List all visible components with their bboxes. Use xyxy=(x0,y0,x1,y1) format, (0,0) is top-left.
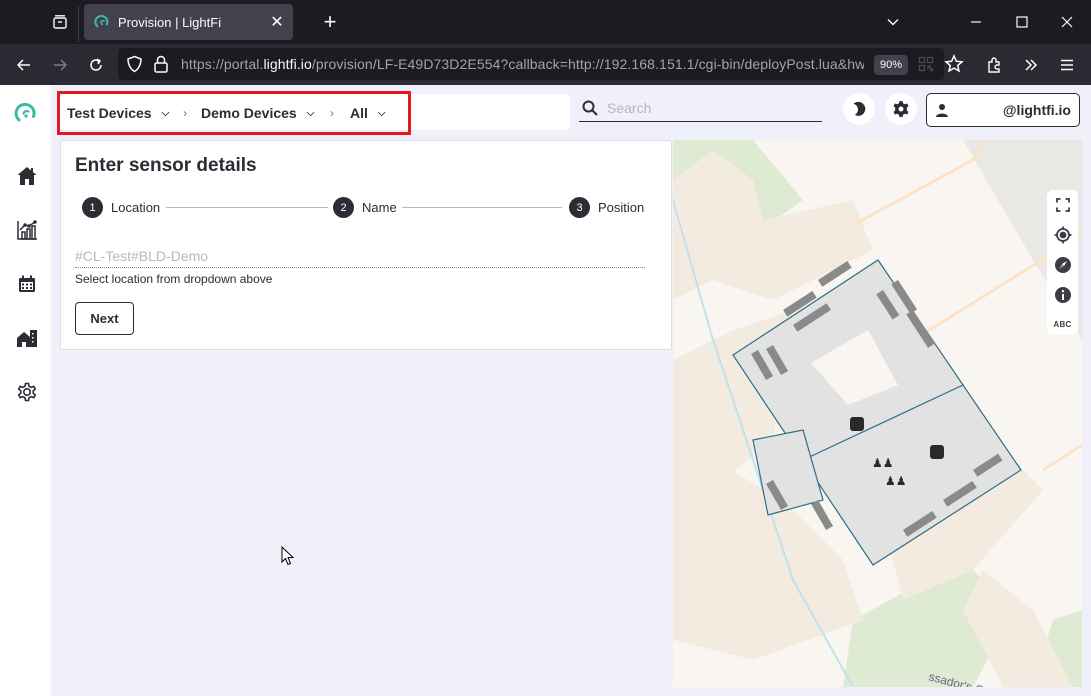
breadcrumb-building-dropdown[interactable]: Demo Devices ⌵ xyxy=(201,105,314,121)
reload-icon[interactable] xyxy=(83,52,109,78)
tab-separator xyxy=(78,6,79,42)
breadcrumb-label: All xyxy=(350,105,368,121)
step-connector xyxy=(402,207,562,208)
sidebar-item-analytics[interactable] xyxy=(15,218,39,242)
sidebar-item-home[interactable] xyxy=(15,164,39,188)
breadcrumb-floor-dropdown[interactable]: All ⌵ xyxy=(350,105,385,121)
forward-icon[interactable] xyxy=(47,52,73,78)
chevron-down-icon: ⌵ xyxy=(306,107,315,119)
app-container: Test Devices ⌵ › Demo Devices ⌵ › All ⌵ … xyxy=(0,85,1091,696)
search-field[interactable] xyxy=(579,97,822,122)
building-icon xyxy=(17,330,37,347)
step-connector xyxy=(166,207,328,208)
compass-icon[interactable] xyxy=(1052,254,1073,275)
fullscreen-icon[interactable] xyxy=(1052,194,1073,215)
map-canvas[interactable]: ♟♟ ♟♟ ssador's C xyxy=(673,140,1082,687)
chevron-down-icon: ⌵ xyxy=(161,107,170,119)
close-window-icon[interactable] xyxy=(1053,8,1081,36)
browser-tab-active[interactable]: Provision | LightFi ✕ xyxy=(84,4,293,40)
dark-mode-toggle[interactable] xyxy=(843,93,875,125)
back-icon[interactable] xyxy=(11,52,37,78)
next-button[interactable]: Next xyxy=(75,302,134,335)
step-3-label: Position xyxy=(598,200,645,215)
tab-list-button[interactable] xyxy=(49,11,71,33)
stairs-icon xyxy=(850,417,864,431)
tab-title: Provision | LightFi xyxy=(118,14,222,30)
search-icon xyxy=(582,100,598,116)
qr-code-icon[interactable] xyxy=(918,56,934,72)
user-icon xyxy=(936,104,948,117)
mouse-cursor-icon xyxy=(281,546,295,566)
labels-toggle-button[interactable]: ABC xyxy=(1052,314,1073,335)
bookmark-star-icon[interactable] xyxy=(944,54,964,74)
sidebar-item-buildings[interactable] xyxy=(15,326,39,350)
page-title: Enter sensor details xyxy=(75,155,257,176)
location-input[interactable] xyxy=(75,244,645,268)
lightfi-logo-icon[interactable] xyxy=(14,101,38,125)
breadcrumb-client-dropdown[interactable]: Test Devices ⌵ xyxy=(67,105,169,121)
new-tab-icon[interactable]: + xyxy=(318,9,342,34)
calendar-icon xyxy=(19,275,35,292)
url-prefix: https://portal. xyxy=(181,56,264,72)
crosshair-icon[interactable] xyxy=(1052,224,1073,245)
step-1-indicator: 1 xyxy=(82,197,103,218)
sidebar xyxy=(0,85,51,696)
step-2-label: Name xyxy=(362,200,397,215)
breadcrumb-label: Test Devices xyxy=(67,105,152,121)
chevron-down-icon: ⌵ xyxy=(377,107,386,119)
restroom-icon: ♟♟ xyxy=(872,456,894,470)
overflow-icon[interactable] xyxy=(1018,52,1044,78)
restroom-icon: ♟♟ xyxy=(885,474,907,488)
zoom-level-badge[interactable]: 90% xyxy=(874,55,908,75)
chart-icon xyxy=(17,220,37,240)
gear-icon xyxy=(893,101,909,117)
breadcrumb-separator-icon: › xyxy=(330,106,334,120)
home-icon xyxy=(17,167,37,185)
map-controls: ABC xyxy=(1047,190,1078,335)
extensions-icon[interactable] xyxy=(982,52,1008,78)
tab-list-icon xyxy=(53,15,67,29)
url-bar[interactable]: https://portal.lightfi.io/provision/LF-E… xyxy=(118,48,964,80)
location-helper-text: Select location from dropdown above xyxy=(75,272,273,286)
list-all-tabs-icon[interactable] xyxy=(879,8,907,36)
minimize-icon[interactable] xyxy=(962,8,990,36)
url-path: /provision/LF-E49D73D2E554?callback=http… xyxy=(311,56,864,72)
step-1-label: Location xyxy=(111,200,161,215)
lightfi-logo-icon xyxy=(94,14,109,28)
info-icon[interactable] xyxy=(1052,284,1073,305)
sidebar-item-settings[interactable] xyxy=(15,380,39,404)
sidebar-item-calendar[interactable] xyxy=(15,272,39,296)
maximize-icon[interactable] xyxy=(1008,8,1036,36)
settings-button[interactable] xyxy=(885,93,917,125)
stairs-icon xyxy=(930,445,944,459)
shield-icon[interactable] xyxy=(126,55,143,73)
step-2-indicator: 2 xyxy=(333,197,354,218)
breadcrumb-separator-icon: › xyxy=(183,106,187,120)
browser-titlebar: Provision | LightFi ✕ + xyxy=(0,0,1091,44)
gear-icon xyxy=(17,382,37,402)
menu-icon[interactable] xyxy=(1054,52,1080,78)
sensor-details-card: Enter sensor details 1 Location 2 Name 3… xyxy=(60,140,672,350)
url-text[interactable]: https://portal.lightfi.io/provision/LF-E… xyxy=(181,56,864,72)
url-domain: lightfi.io xyxy=(263,56,312,72)
search-input[interactable] xyxy=(607,97,817,119)
map-view[interactable]: ♟♟ ♟♟ ssador's C ABC xyxy=(673,140,1082,687)
breadcrumb-label: Demo Devices xyxy=(201,105,297,121)
lock-icon[interactable] xyxy=(153,54,169,74)
user-account-button[interactable]: @lightfi.io xyxy=(926,93,1080,127)
moon-icon xyxy=(853,101,866,116)
browser-navbar: https://portal.lightfi.io/provision/LF-E… xyxy=(0,44,1091,85)
user-email: @lightfi.io xyxy=(1002,102,1071,118)
tab-close-icon[interactable]: ✕ xyxy=(265,10,289,34)
step-3-indicator: 3 xyxy=(569,197,590,218)
